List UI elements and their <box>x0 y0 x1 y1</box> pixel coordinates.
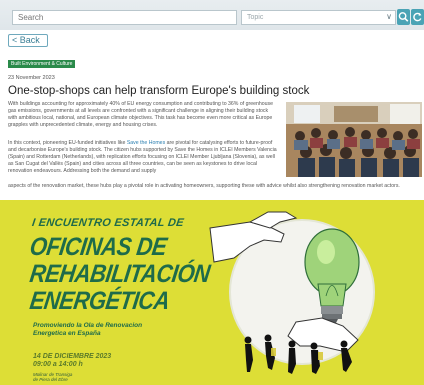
topic-select-placeholder: Topic <box>247 14 264 21</box>
refresh-icon <box>413 12 422 22</box>
category-tag[interactable]: Built Environment & Culture <box>8 60 76 68</box>
poster-heading: REHABILITACIÓN <box>28 259 212 288</box>
poster-heading: OFICINAS DE <box>28 232 169 261</box>
article-title: One-stop-shops can help transform Europe… <box>8 85 310 97</box>
meeting-photo-illustration <box>286 102 422 177</box>
article-paragraph: aspects of the renovation market, these … <box>8 183 400 189</box>
search-bar: Topic ∨ <box>0 0 424 30</box>
topic-select[interactable]: Topic ∨ <box>241 10 396 25</box>
meeting-photo <box>286 102 422 177</box>
refresh-button[interactable] <box>411 9 424 25</box>
article-paragraph: With buildings accounting for approximat… <box>8 101 274 128</box>
poster-venue: Molinar de Transiga de Piera del Ebre <box>33 372 72 382</box>
paragraph-text: In this context, pioneering EU-funded in… <box>8 140 127 146</box>
poster-heading-small: I ENCUENTRO ESTATAL DE <box>31 217 185 229</box>
article-paragraph: In this context, pioneering EU-funded in… <box>8 140 278 175</box>
poster-date: 14 DE DICIEMBRE 2023 09:00 a 14:00 h <box>33 353 111 369</box>
search-input[interactable] <box>12 10 237 25</box>
poster-date-line: 14 DE DICIEMBRE 2023 <box>33 353 112 360</box>
chevron-down-icon: ∨ <box>386 12 392 21</box>
search-icon <box>398 12 409 22</box>
search-button[interactable] <box>397 9 410 25</box>
save-the-homes-link[interactable]: Save the Homes <box>127 140 165 146</box>
event-poster: I ENCUENTRO ESTATAL DE OFICINAS DE REHAB… <box>0 200 424 385</box>
article-date: 23 November 2023 <box>8 75 55 81</box>
back-button[interactable]: < Back <box>8 34 48 47</box>
poster-venue-line: de Piera del Ebre <box>33 377 68 382</box>
poster-time-line: 09:00 a 14:00 h <box>33 361 83 368</box>
poster-subtitle: Promoviendo la Ola de Renovacion Energet… <box>33 322 143 337</box>
poster-heading: ENERGÉTICA <box>28 286 172 315</box>
